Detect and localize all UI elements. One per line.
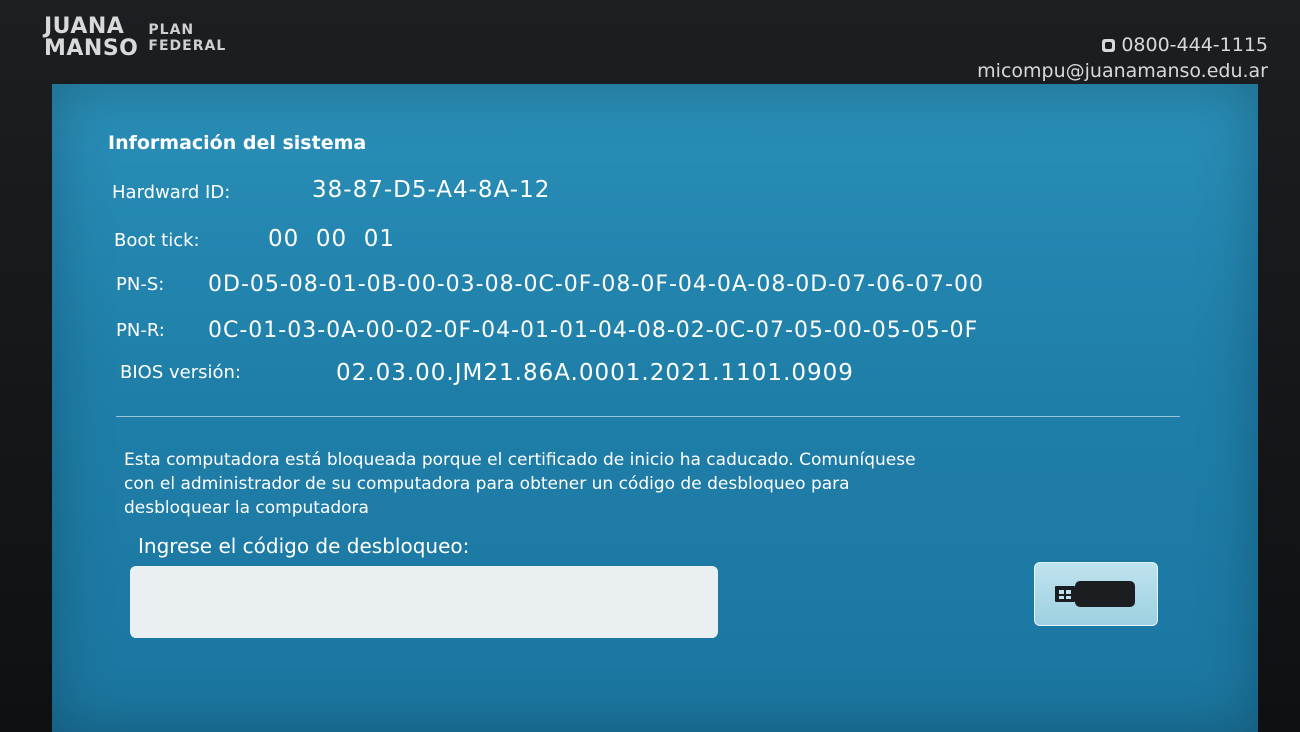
pn-r-value: 0C-01-03-0A-00-02-0F-04-01-01-04-08-02-0… (208, 318, 979, 343)
bios-version-label: BIOS versión: (120, 362, 241, 383)
usb-unlock-button[interactable] (1034, 562, 1158, 626)
pn-r-row: PN-R: 0C-01-03-0A-00-02-0F-04-01-01-04-0… (116, 318, 977, 343)
boot-tick-label: Boot tick: (114, 230, 200, 251)
phone-line: 0800-444-1115 (977, 32, 1268, 58)
phone-icon (1102, 38, 1116, 52)
contact-info: 0800-444-1115 micompu@juanamanso.edu.ar (977, 32, 1268, 84)
hardware-id-label: Hardward ID: (112, 182, 231, 203)
hardware-id-value: 38-87-D5-A4-8A-12 (312, 177, 551, 203)
unlock-code-prompt: Ingrese el código de desbloqueo: (138, 534, 470, 558)
bios-version-row: BIOS versión: 02.03.00.JM21.86A.0001.202… (120, 360, 853, 386)
brand-line-2: MANSO (44, 36, 139, 61)
lock-message-line-1: Esta computadora está bloqueada porque e… (124, 450, 916, 470)
boot-tick-value: 00 00 01 (268, 226, 396, 252)
unlock-code-input[interactable] (130, 566, 718, 638)
pn-s-label: PN-S: (116, 274, 165, 295)
lock-message: Esta computadora está bloqueada porque e… (124, 448, 1124, 520)
pn-s-value: 0D-05-08-01-0B-00-03-08-0C-0F-08-0F-04-0… (208, 272, 984, 297)
usb-drive-icon (1055, 581, 1135, 607)
lock-message-line-2: con el administrador de su computadora p… (124, 474, 850, 494)
divider (116, 416, 1180, 417)
section-title: Información del sistema (108, 132, 367, 154)
brand-line-1: JUANA (44, 14, 125, 39)
bios-version-value: 02.03.00.JM21.86A.0001.2021.1101.0909 (336, 360, 854, 386)
plan-label: PLAN (148, 22, 195, 38)
bios-lock-screen: Información del sistema Hardward ID: 38-… (52, 84, 1258, 732)
hardware-id-row: Hardward ID: 38-87-D5-A4-8A-12 (112, 177, 549, 203)
pn-s-row: PN-S: 0D-05-08-01-0B-00-03-08-0C-0F-08-0… (116, 272, 983, 297)
contact-email: micompu@juanamanso.edu.ar (977, 60, 1268, 82)
boot-tick-row: Boot tick: 00 00 01 (114, 226, 394, 252)
lock-message-line-3: desbloquear la computadora (124, 498, 369, 518)
juana-manso-logo: JUANA MANSO PLAN FEDERAL (44, 16, 226, 60)
phone-number: 0800-444-1115 (1121, 34, 1268, 56)
federal-label: FEDERAL (148, 38, 227, 54)
pn-r-label: PN-R: (116, 320, 165, 341)
